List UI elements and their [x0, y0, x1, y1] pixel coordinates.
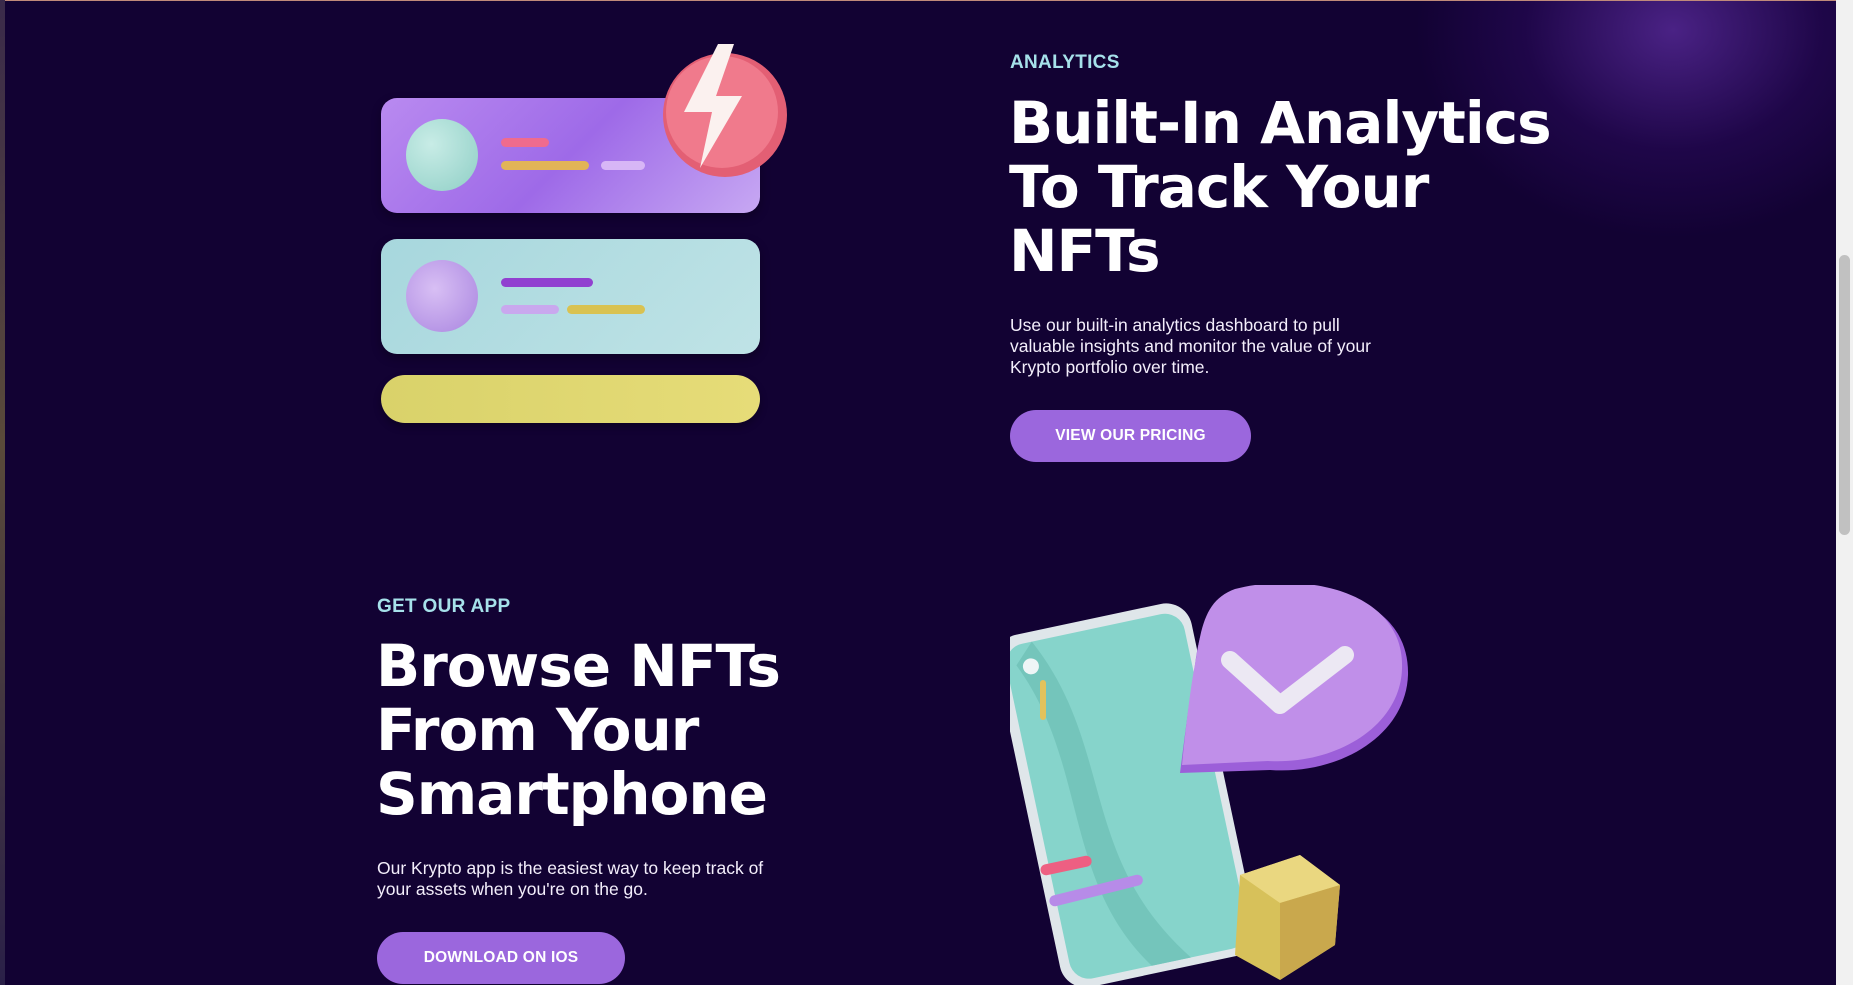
analytics-description: Use our built-in analytics dashboard to … [1010, 315, 1371, 378]
title-line: To Track Your [1009, 153, 1429, 221]
description-line: valuable insights and monitor the value … [1010, 336, 1371, 356]
app-eyebrow: GET OUR APP [377, 596, 511, 617]
description-line: Use our built-in analytics dashboard to … [1010, 315, 1340, 335]
avatar-disc-icon [406, 260, 478, 332]
title-line: Built-In Analytics [1009, 89, 1552, 157]
analytics-card-teal [381, 239, 760, 354]
stat-bar [501, 305, 559, 314]
analytics-title: Built-In Analytics To Track Your NFTs [1009, 89, 1552, 285]
stat-bar [501, 278, 593, 287]
smartphone-illustration-icon [1010, 585, 1409, 985]
stat-bar [501, 138, 549, 147]
title-line: NFTs [1009, 217, 1161, 285]
download-ios-button[interactable]: DOWNLOAD ON IOS [377, 932, 625, 984]
scrollbar-thumb[interactable] [1839, 255, 1850, 535]
window-top-border [0, 0, 1853, 1]
avatar-disc-icon [406, 119, 478, 191]
title-line: Smartphone [376, 760, 768, 828]
description-line: Krypto portfolio over time. [1010, 357, 1210, 377]
description-line: your assets when you're on the go. [377, 879, 648, 899]
analytics-card-yellow [381, 375, 760, 423]
app-title: Browse NFTs From Your Smartphone [376, 632, 781, 828]
analytics-eyebrow: ANALYTICS [1010, 52, 1120, 73]
lightning-badge-icon [663, 44, 787, 177]
view-pricing-button[interactable]: VIEW OUR PRICING [1010, 410, 1251, 462]
app-description: Our Krypto app is the easiest way to kee… [377, 858, 763, 900]
title-line: Browse NFTs [376, 632, 781, 700]
description-line: Our Krypto app is the easiest way to kee… [377, 858, 764, 878]
stat-bar [567, 305, 645, 314]
stat-bar [501, 161, 589, 170]
stat-bar [601, 161, 645, 170]
title-line: From Your [376, 696, 699, 764]
window-left-edge [0, 0, 5, 985]
